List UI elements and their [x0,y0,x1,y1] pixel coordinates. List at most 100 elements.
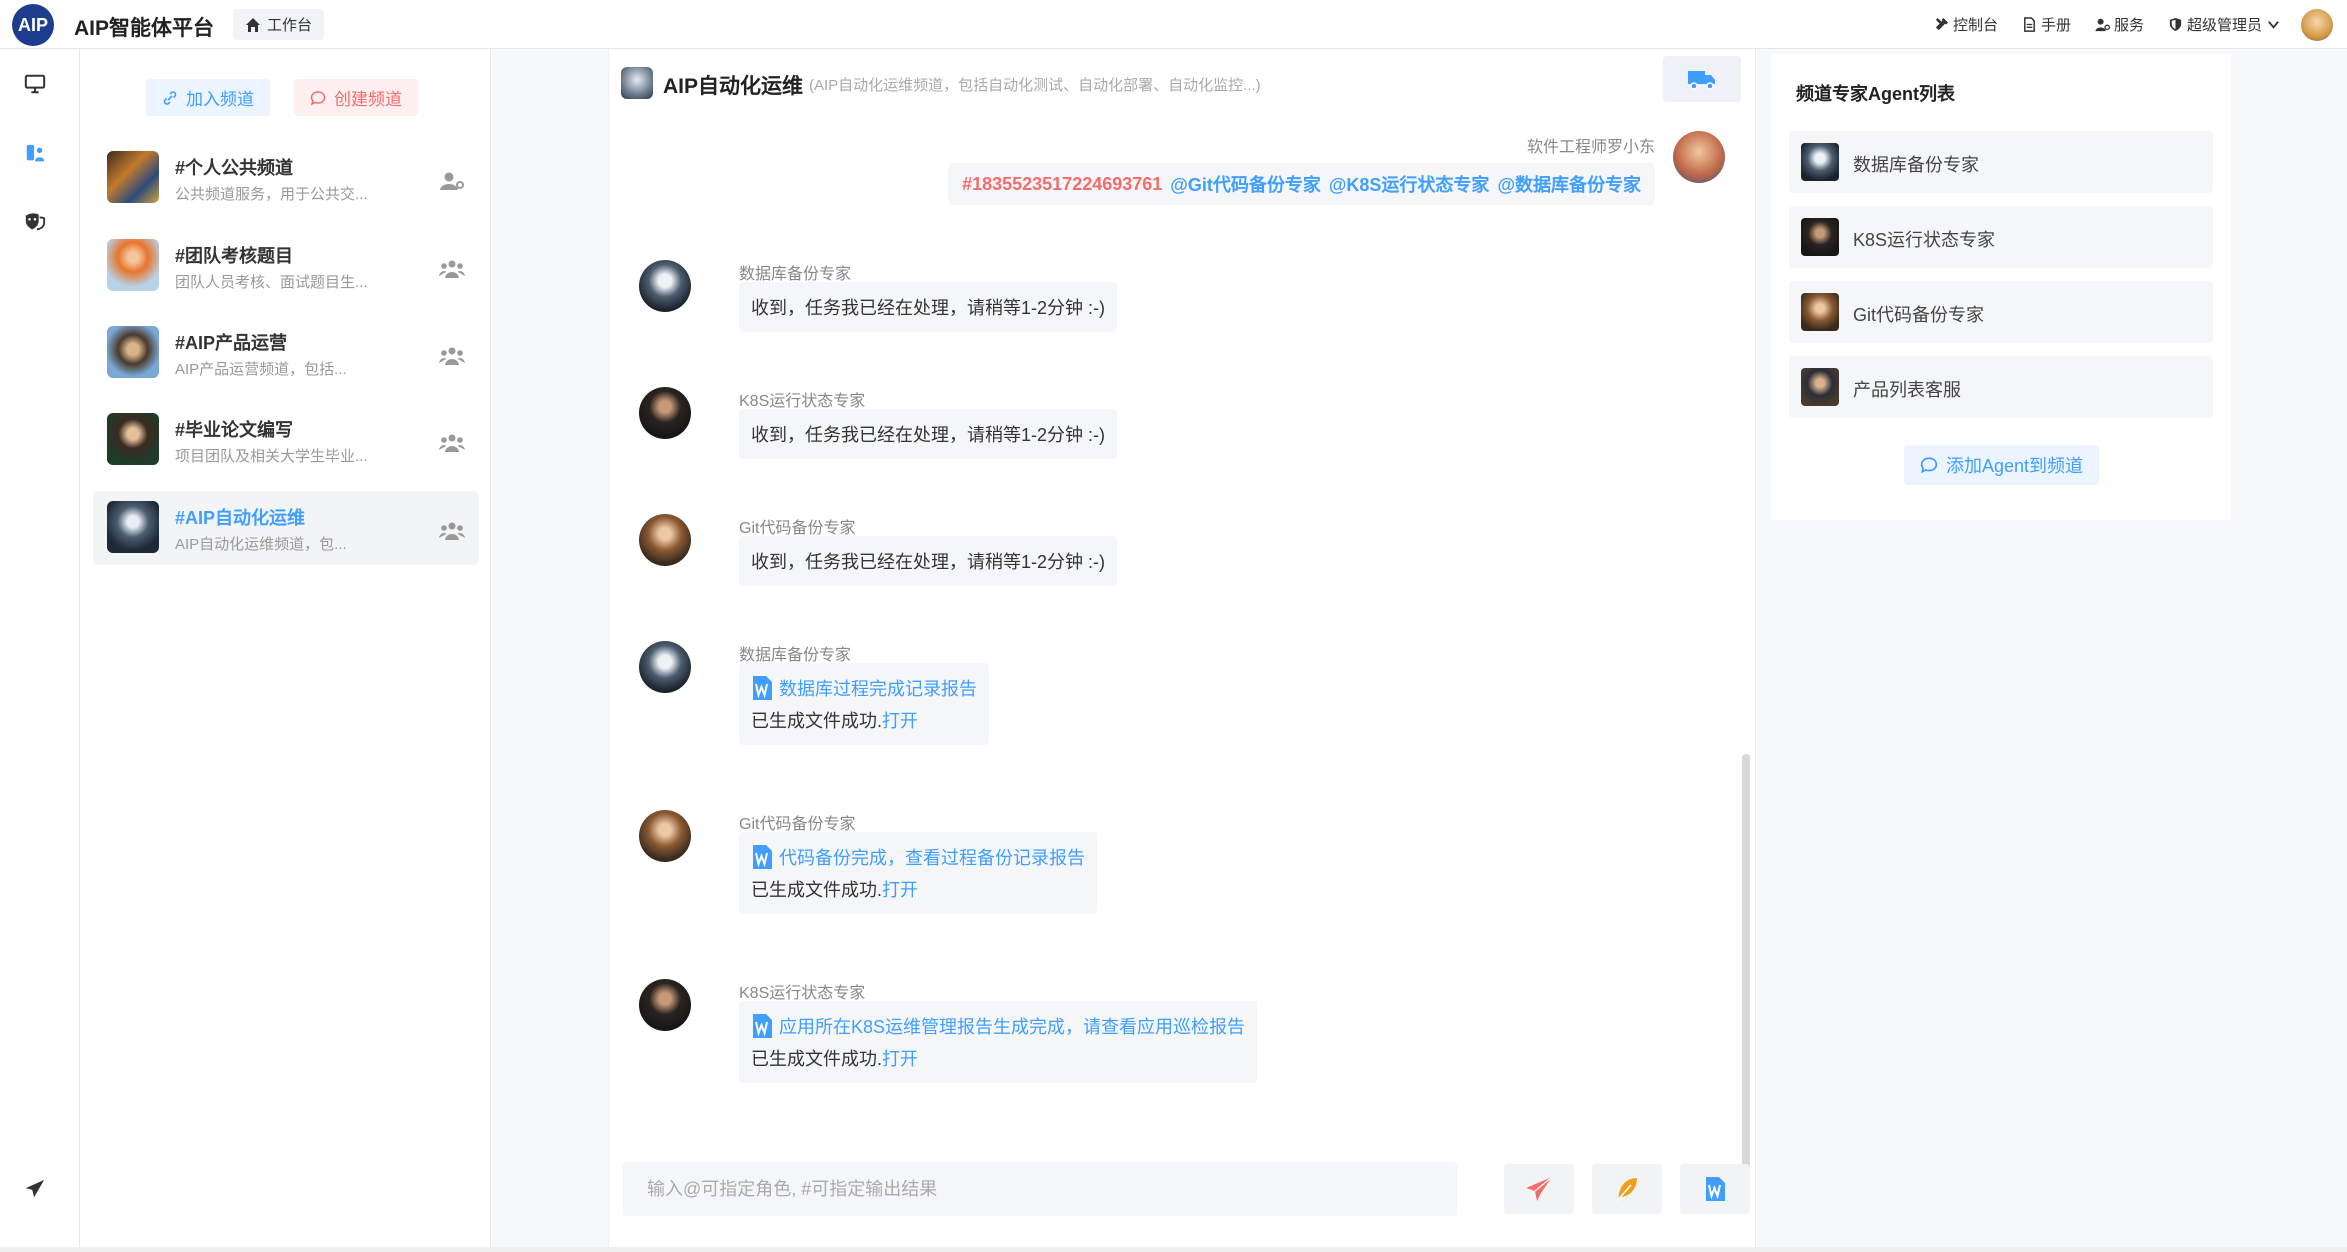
send-button[interactable] [1504,1164,1574,1214]
message-author: K8S运行状态专家 [739,985,866,1002]
paper-plane-icon [1526,1176,1553,1201]
add-agent-button[interactable]: 添加Agent到频道 [1904,445,2100,485]
file-bubble: 应用所在K8S运维管理报告生成完成，请查看应用巡检报告 已生成文件成功.打开 [739,1001,1258,1083]
agent-avatar [639,979,691,1031]
admin-menu[interactable]: 超级管理员 [2168,14,2281,35]
link-icon [163,90,177,105]
message-author: 数据库备份专家 [739,647,852,664]
agent-item[interactable]: 数据库备份专家 [1789,131,2213,193]
message-author: Git代码备份专家 [739,520,856,537]
channel-name: #AIP自动化运维 [175,508,306,528]
icon-rail [0,49,80,1252]
manual-link[interactable]: 手册 [2022,14,2071,35]
message-author: K8S运行状态专家 [739,393,866,410]
workbench-button[interactable]: 工作台 [233,9,325,40]
agent-item[interactable]: 产品列表客服 [1789,356,2213,418]
channel-item[interactable]: #个人公共频道 公共频道服务，用于公共交... [93,141,479,215]
console-link[interactable]: 控制台 [1934,14,1998,35]
channel-thumbnail [107,239,159,291]
document-icon [2024,17,2035,32]
agent-name: Git代码备份专家 [1853,305,1985,325]
message-author: 数据库备份专家 [739,266,852,283]
agent-list-panel: 频道专家Agent列表 数据库备份专家 K8S运行状态专家 Git代码备份专家 … [1771,54,2231,520]
message-input[interactable] [623,1162,1457,1216]
file-link[interactable]: 数据库过程完成记录报告 [751,675,977,701]
word-export-button[interactable] [1680,1164,1750,1214]
chat-scrollbar[interactable] [1742,754,1750,1172]
monitor-icon[interactable] [22,71,48,97]
channel-thumbnail [107,326,159,378]
channel-agent-icon[interactable] [22,141,48,167]
sender-name: 软件工程师罗小东 [1526,139,1655,156]
users-icon[interactable] [439,346,465,366]
channel-item[interactable]: #AIP产品运营 AIP产品运营频道，包括... [93,316,479,390]
file-status-text: 已生成文件成功. [751,880,883,900]
agent-avatar [639,514,691,566]
agent-avatar [1801,368,1839,406]
file-status: 已生成文件成功.打开 [751,876,1085,902]
channel-description: AIP产品运营频道，包括... [175,361,347,378]
chat-gutter [492,49,608,1252]
chat-header: AIP自动化运维 (AIP自动化运维频道，包括自动化测试、自动化部署、自动化监控… [609,49,1757,115]
channel-list-panel: 加入频道 创建频道 #个人公共频道 公共频道服务，用于公共交... #团队考核题… [81,49,491,1252]
open-file-link[interactable]: 打开 [882,880,918,900]
agent-avatar [639,641,691,693]
truck-button[interactable] [1663,56,1741,102]
file-link[interactable]: 应用所在K8S运维管理报告生成完成，请查看应用巡检报告 [751,1013,1245,1039]
file-bubble: 代码备份完成，查看过程备份记录报告 已生成文件成功.打开 [739,832,1097,914]
console-label: 控制台 [1952,17,1998,34]
agent-name: K8S运行状态专家 [1853,230,1996,250]
channel-name: #AIP产品运营 [175,333,288,353]
channel-item[interactable]: #团队考核题目 团队人员考核、面试题目生... [93,229,479,303]
channel-item[interactable]: #毕业论文编写 项目团队及相关大学生毕业... [93,403,479,477]
create-channel-label: 创建频道 [334,90,402,109]
channel-name: #个人公共频道 [175,158,294,178]
chat-subtitle: (AIP自动化运维频道，包括自动化测试、自动化部署、自动化监控...) [809,77,1261,94]
channel-item-active[interactable]: #AIP自动化运维 AIP自动化运维频道，包... [93,491,479,565]
user-avatar[interactable] [2301,8,2333,41]
ticket-id[interactable]: #1835523517224693761 [962,174,1162,195]
message-bubble: 收到，任务我已经在处理，请稍等1-2分钟 :-) [739,409,1118,459]
channel-avatar [621,67,653,99]
create-channel-button[interactable]: 创建频道 [294,79,418,116]
app-logo[interactable]: AIP [12,4,54,46]
mention-tag[interactable]: @数据库备份专家 [1497,171,1641,197]
mention-tag[interactable]: @K8S运行状态专家 [1329,171,1490,197]
mention-tag[interactable]: @Git代码备份专家 [1170,171,1321,197]
file-status-text: 已生成文件成功. [751,711,883,731]
chat-title: AIP自动化运维 [663,75,804,98]
file-status: 已生成文件成功.打开 [751,1045,1245,1071]
open-file-link[interactable]: 打开 [882,1049,918,1069]
bottom-border [0,1247,2347,1252]
tools-icon [1935,17,1948,31]
channel-name: #毕业论文编写 [175,420,294,440]
message-bubble: 收到，任务我已经在处理，请稍等1-2分钟 :-) [739,282,1118,332]
file-link[interactable]: 代码备份完成，查看过程备份记录报告 [751,844,1085,870]
agent-item[interactable]: Git代码备份专家 [1789,281,2213,343]
feather-icon [1616,1178,1637,1202]
open-file-link[interactable]: 打开 [882,711,918,731]
user-gear-icon [2095,18,2110,32]
service-label: 服务 [2113,17,2144,34]
agent-item[interactable]: K8S运行状态专家 [1789,206,2213,268]
channel-description: 公共频道服务，用于公共交... [175,186,368,203]
file-bubble: 数据库过程完成记录报告 已生成文件成功.打开 [739,663,989,745]
user-gear-icon[interactable] [439,171,465,191]
add-agent-label: 添加Agent到频道 [1946,456,2084,476]
masks-icon[interactable] [22,209,48,235]
file-name: 应用所在K8S运维管理报告生成完成，请查看应用巡检报告 [779,1017,1246,1037]
sender-message: #1835523517224693761 @Git代码备份专家 @K8S运行状态… [948,163,1655,205]
feather-button[interactable] [1592,1164,1662,1214]
agent-avatar [1801,293,1839,331]
service-link[interactable]: 服务 [2095,14,2144,35]
channel-thumbnail [107,151,159,203]
join-channel-button[interactable]: 加入频道 [146,79,270,116]
send-rail-icon[interactable] [22,1176,48,1202]
channel-thumbnail [107,413,159,465]
users-icon[interactable] [439,433,465,453]
file-name: 代码备份完成，查看过程备份记录报告 [779,848,1085,868]
chevron-down-icon [2268,21,2279,29]
users-icon[interactable] [439,521,465,541]
agent-avatar [639,387,691,439]
users-icon[interactable] [439,259,465,279]
